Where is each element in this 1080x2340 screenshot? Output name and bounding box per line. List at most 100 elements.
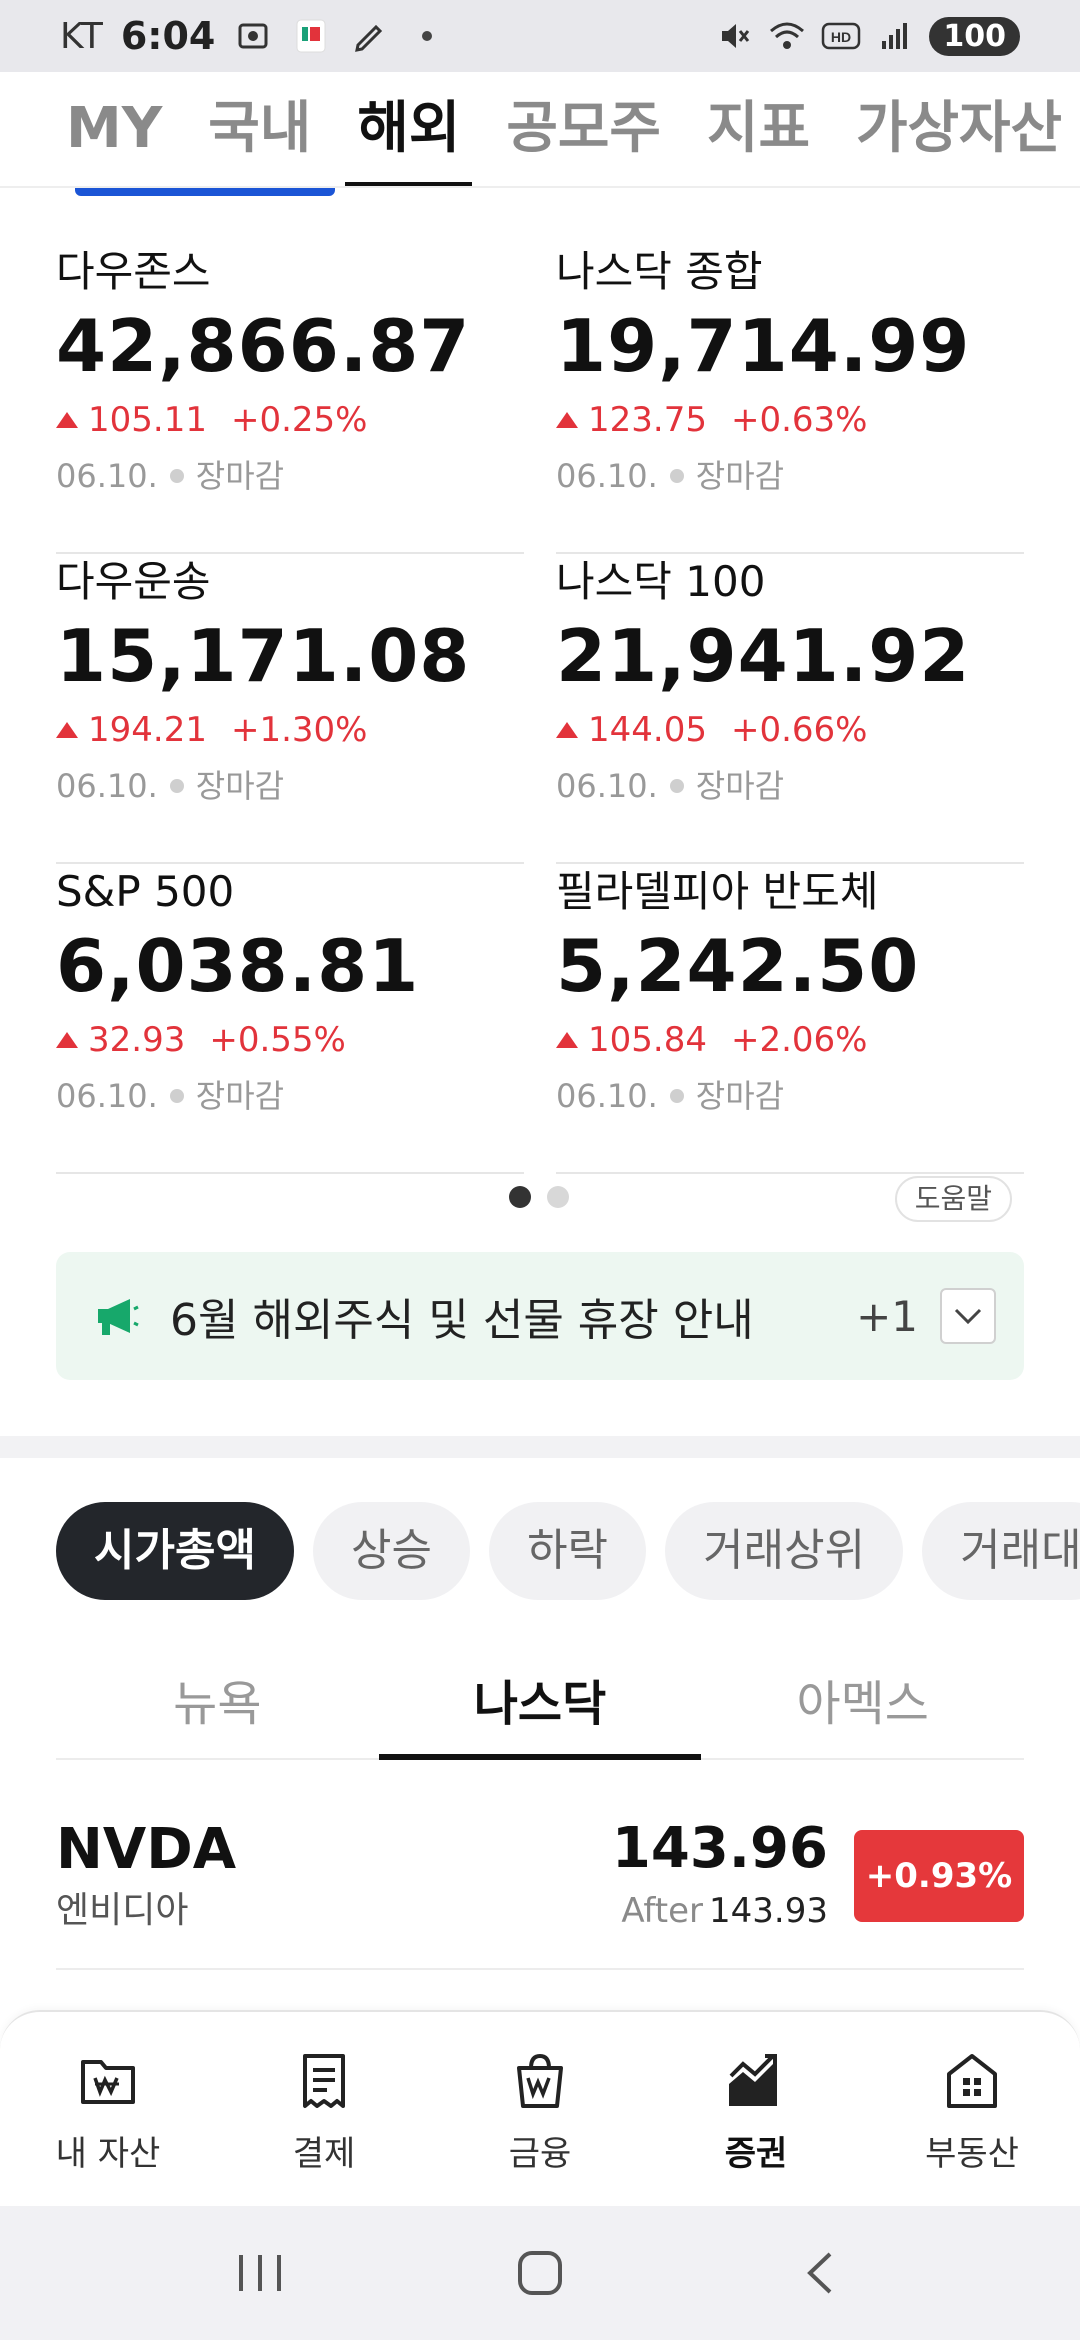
up-triangle-icon: [556, 412, 578, 428]
tab-domestic[interactable]: 국내: [208, 72, 311, 186]
index-card-philly-semiconductor[interactable]: 필라델피아 반도체 5,242.50 105.84 +2.06% 06.10. 장마…: [556, 864, 1024, 1174]
up-triangle-icon: [556, 722, 578, 738]
tab-indicators[interactable]: 지표: [707, 72, 810, 186]
page-dot[interactable]: [547, 1186, 569, 1208]
index-card-nasdaq-composite[interactable]: 나스닥 종합 19,714.99 123.75 +0.63% 06.10. 장마감: [556, 244, 1024, 554]
index-change-pct: +0.55%: [209, 1020, 346, 1060]
index-value: 21,941.92: [556, 614, 971, 698]
ranking-filter-chips: 시가총액 상승 하락 거래상위 거래대: [56, 1502, 1080, 1602]
stock-row[interactable]: NVDA 엔비디아 143.96 After 143.93 +0.93%: [56, 1810, 1024, 1970]
clock: 6:04: [120, 14, 216, 58]
index-status: 장마감: [195, 767, 285, 805]
signal-icon: [875, 16, 915, 56]
index-date: 06.10.: [556, 1077, 658, 1115]
home-button[interactable]: [500, 2233, 580, 2313]
chip-top-volume[interactable]: 거래상위: [665, 1502, 904, 1600]
tab-nasdaq[interactable]: 나스닥: [378, 1654, 702, 1760]
carrier-label: KT: [60, 15, 103, 57]
page-dot-active[interactable]: [509, 1186, 531, 1208]
svg-text:HD: HD: [831, 29, 851, 45]
index-change-pct: +1.30%: [230, 710, 368, 750]
index-change-amount: 144.05: [588, 710, 707, 750]
wallet-folder-icon: [81, 2060, 135, 2104]
index-card-sp500[interactable]: S&P 500 6,038.81 32.93 +0.55% 06.10. 장마감: [56, 864, 524, 1174]
status-bar: KT 6:04 HD 100: [0, 0, 1080, 72]
home-icon: [518, 2251, 562, 2295]
stock-chart-icon: [729, 2054, 777, 2106]
index-change: 32.93 +0.55%: [56, 1012, 524, 1068]
chip-top-trade-value[interactable]: 거래대: [922, 1502, 1080, 1600]
notice-text: 6월 해외주식 및 선물 휴장 안내: [170, 1295, 754, 1346]
status-dot-icon: [169, 779, 184, 793]
system-navigation-bar: [0, 2206, 1080, 2340]
index-card-dow-jones[interactable]: 다우존스 42,866.87 105.11 +0.25% 06.10. 장마감: [56, 244, 524, 554]
index-change-pct: +0.66%: [730, 710, 868, 750]
after-label: After: [621, 1891, 704, 1931]
mute-icon: [713, 16, 753, 56]
index-value: 6,038.81: [56, 924, 420, 1008]
index-meta: 06.10. 장마감: [556, 758, 1024, 814]
nav-my-assets[interactable]: 내 자산: [0, 2012, 216, 2206]
index-change: 144.05 +0.66%: [556, 702, 1024, 758]
nav-payment[interactable]: 결제: [216, 2012, 432, 2206]
nav-real-estate[interactable]: 부동산: [864, 2012, 1080, 2206]
index-card-dow-transport[interactable]: 다우운송 15,171.08 194.21 +1.30% 06.10. 장마감: [56, 554, 524, 864]
up-triangle-icon: [56, 1032, 78, 1048]
tab-my[interactable]: MY: [66, 72, 162, 186]
change-badge: +0.93%: [854, 1830, 1024, 1922]
recent-apps-button[interactable]: [220, 2233, 300, 2313]
stock-name: 엔비디아: [56, 1890, 189, 1931]
after-price: 143.93: [709, 1891, 828, 1931]
status-dot-icon: [669, 1089, 684, 1103]
index-card-nasdaq-100[interactable]: 나스닥 100 21,941.92 144.05 +0.66% 06.10. 장마감: [556, 554, 1024, 864]
tab-crypto[interactable]: 가상자산: [856, 72, 1062, 186]
up-triangle-icon: [556, 1032, 578, 1048]
screenshot-icon: [233, 16, 273, 56]
index-name: 나스닥 100: [556, 557, 766, 606]
nav-label: 부동산: [925, 2134, 1019, 2174]
chip-market-cap[interactable]: 시가총액: [56, 1502, 294, 1600]
nav-label: 결제: [292, 2134, 356, 2174]
help-button[interactable]: 도움말: [894, 1176, 1012, 1222]
chip-falling[interactable]: 하락: [489, 1502, 647, 1600]
index-name: 나스닥 종합: [556, 247, 763, 296]
index-name: S&P 500: [56, 867, 235, 916]
nav-finance[interactable]: 금융: [432, 2012, 648, 2206]
index-meta: 06.10. 장마감: [56, 448, 524, 504]
status-dot-icon: [169, 1089, 184, 1103]
index-change: 105.11 +0.25%: [56, 392, 524, 448]
market-tabs: MY 국내 해외 공모주 지표 가상자산 부: [0, 72, 1080, 188]
expand-button[interactable]: [940, 1288, 996, 1344]
stock-price: 143.96: [611, 1816, 828, 1881]
recent-apps-icon: [239, 2255, 281, 2291]
hd-icon: HD: [821, 16, 861, 56]
index-status: 장마감: [695, 1077, 785, 1115]
back-button[interactable]: [780, 2233, 860, 2313]
index-meta: 06.10. 장마감: [556, 448, 1024, 504]
divider: [56, 1172, 524, 1174]
up-triangle-icon: [56, 412, 78, 428]
more-dot-icon: [407, 16, 447, 56]
up-triangle-icon: [56, 722, 78, 738]
tab-nyse[interactable]: 뉴욕: [56, 1654, 379, 1758]
tab-amex[interactable]: 아멕스: [701, 1654, 1024, 1758]
status-right: HD 100: [713, 16, 1020, 56]
app-notification-icon: [291, 16, 331, 56]
index-change: 105.84 +2.06%: [556, 1012, 1024, 1068]
status-left: KT 6:04: [60, 14, 447, 58]
chip-rising[interactable]: 상승: [313, 1502, 470, 1600]
index-change-amount: 105.84: [588, 1020, 707, 1060]
nav-securities[interactable]: 증권: [648, 2012, 864, 2206]
index-date: 06.10.: [56, 767, 158, 805]
tab-ipo[interactable]: 공모주: [506, 72, 661, 186]
holiday-notice-banner[interactable]: 6월 해외주식 및 선물 휴장 안내 +1: [56, 1252, 1024, 1380]
index-meta: 06.10. 장마감: [56, 758, 524, 814]
tab-overseas[interactable]: 해외: [345, 72, 473, 186]
money-bag-icon: [517, 2053, 563, 2108]
status-dot-icon: [669, 469, 684, 483]
status-dot-icon: [169, 469, 184, 483]
nav-label: 내 자산: [55, 2134, 161, 2174]
status-dot-icon: [669, 779, 684, 793]
index-change-amount: 105.11: [88, 400, 207, 440]
index-status: 장마감: [695, 457, 785, 495]
